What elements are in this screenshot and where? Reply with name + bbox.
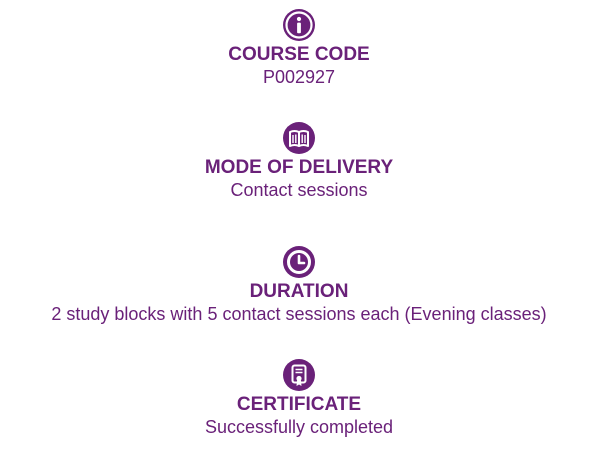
mode-of-delivery-heading: MODE OF DELIVERY xyxy=(204,157,394,178)
clock-icon xyxy=(283,246,315,278)
certificate-value: Successfully completed xyxy=(204,417,394,437)
book-icon xyxy=(283,122,315,154)
certificate-section: CERTIFICATE Successfully completed xyxy=(0,358,598,438)
duration-value: 2 study blocks with 5 contact sessions e… xyxy=(51,304,547,324)
duration-section: DURATION 2 study blocks with 5 contact s… xyxy=(0,245,598,325)
certificate-icon xyxy=(283,359,315,391)
info-icon xyxy=(283,9,315,41)
course-code-value: P002927 xyxy=(262,67,336,87)
certificate-heading: CERTIFICATE xyxy=(236,394,362,415)
course-code-section: COURSE CODE P002927 xyxy=(0,8,598,88)
mode-of-delivery-value: Contact sessions xyxy=(230,180,368,200)
course-code-heading: COURSE CODE xyxy=(228,44,370,65)
duration-heading: DURATION xyxy=(249,281,349,302)
mode-of-delivery-section: MODE OF DELIVERY Contact sessions xyxy=(0,121,598,201)
